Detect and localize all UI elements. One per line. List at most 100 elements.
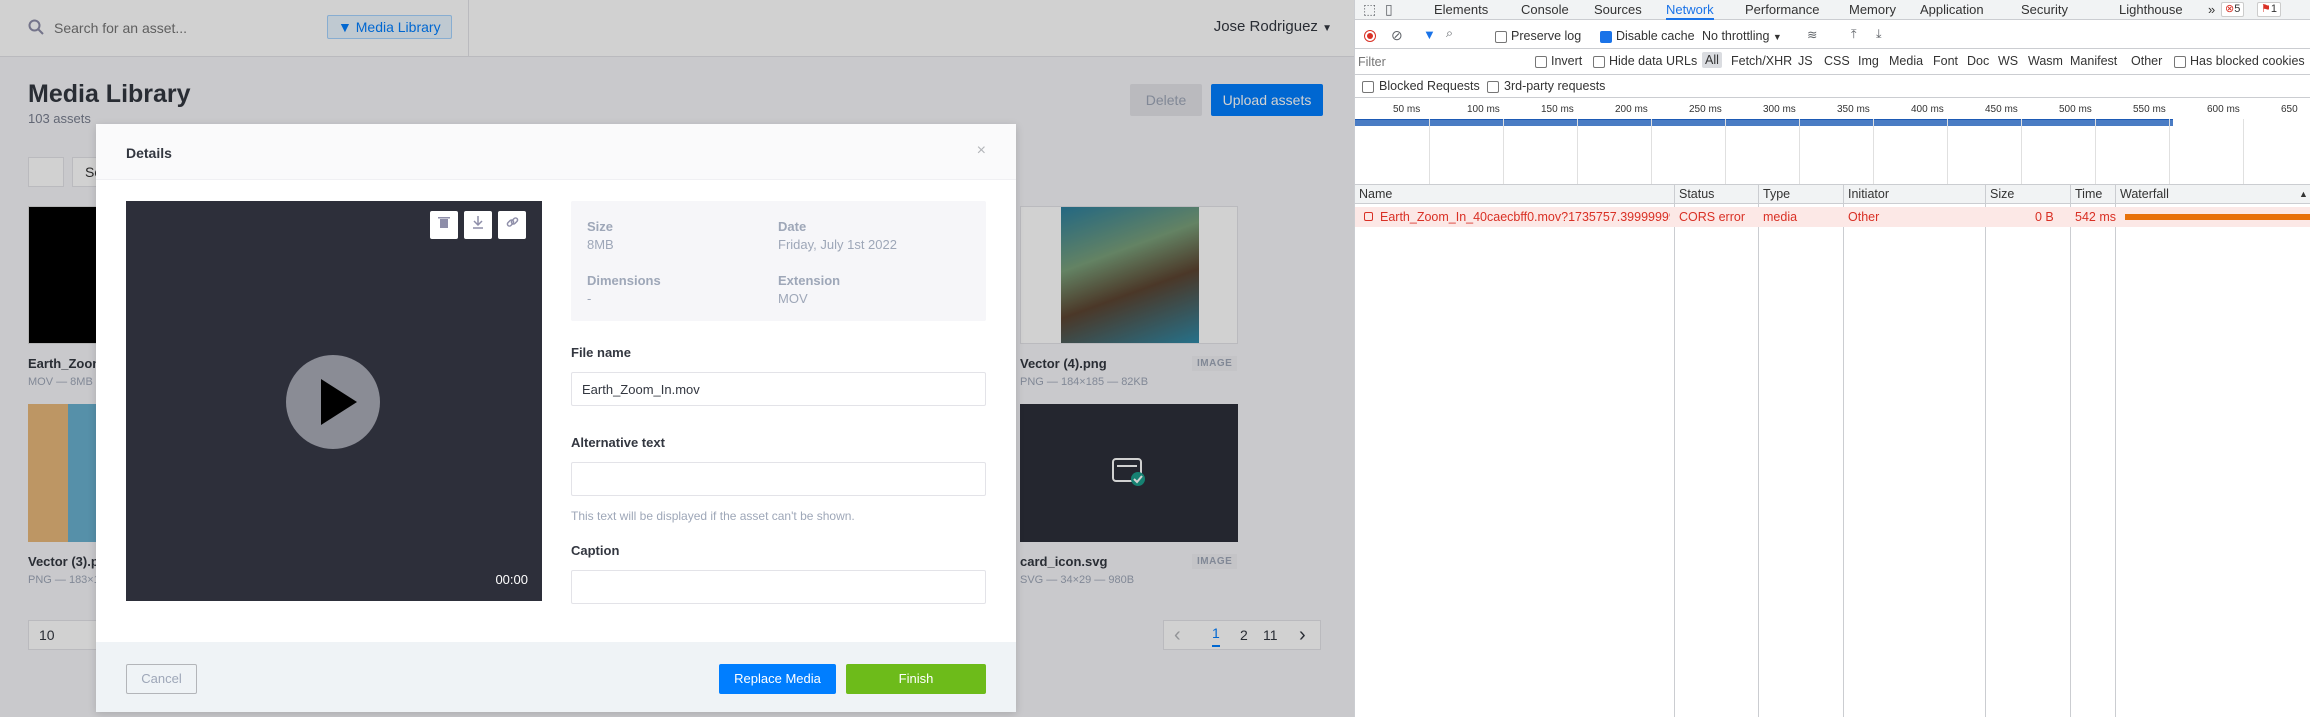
- request-size: 0 B: [2035, 210, 2054, 224]
- timeline-grid-line: [1947, 119, 1948, 184]
- video-player[interactable]: 00:00: [126, 201, 542, 601]
- record-icon[interactable]: [1364, 30, 1376, 42]
- type-fetch-xhr[interactable]: Fetch/XHR: [1731, 54, 1792, 68]
- blocked-requests-checkbox[interactable]: [1362, 81, 1374, 93]
- caption-input[interactable]: [571, 570, 986, 604]
- invert-label: Invert: [1551, 54, 1583, 68]
- type-img[interactable]: Img: [1858, 54, 1879, 68]
- type-other[interactable]: Other: [2131, 54, 2162, 68]
- col-type[interactable]: Type: [1763, 187, 1790, 201]
- date-label: Date: [778, 219, 807, 234]
- timeline-tick-label: 500 ms: [2059, 104, 2092, 115]
- type-manifest[interactable]: Manifest: [2070, 54, 2117, 68]
- copy-link-button[interactable]: [498, 211, 526, 239]
- throttling-value: No throttling: [1702, 29, 1770, 43]
- type-media[interactable]: Media: [1889, 54, 1923, 68]
- timeline-tick-label: 100 ms: [1467, 104, 1500, 115]
- preserve-log-checkbox[interactable]: [1495, 31, 1507, 43]
- tab-security[interactable]: Security: [2021, 0, 2068, 20]
- col-time[interactable]: Time: [2075, 187, 2102, 201]
- col-name[interactable]: Name: [1359, 187, 1392, 201]
- network-filter-input[interactable]: [1358, 53, 1518, 71]
- file-name-label: File name: [571, 345, 631, 360]
- invert-checkbox[interactable]: [1535, 56, 1547, 68]
- tab-performance[interactable]: Performance: [1745, 0, 1819, 20]
- type-ws[interactable]: WS: [1998, 54, 2018, 68]
- inspect-element-icon[interactable]: ⬚: [1363, 0, 1376, 20]
- issue-flag-icon: ⚑: [2261, 3, 2271, 15]
- hide-data-urls-label: Hide data URLs: [1609, 54, 1698, 68]
- third-party-checkbox[interactable]: [1487, 81, 1499, 93]
- timeline-tick-label: 550 ms: [2133, 104, 2166, 115]
- request-name: Earth_Zoom_In_40caecbff0.mov?1735757.399…: [1380, 210, 1670, 224]
- column-divider: [2070, 184, 2071, 717]
- sort-up-icon[interactable]: ▲: [2299, 189, 2308, 199]
- type-font[interactable]: Font: [1933, 54, 1958, 68]
- import-har-icon[interactable]: ⤒: [1851, 27, 1857, 42]
- preserve-log-label: Preserve log: [1511, 29, 1582, 43]
- request-row[interactable]: Earth_Zoom_In_40caecbff0.mov?1735757.399…: [1355, 207, 2310, 227]
- throttling-select[interactable]: No throttling ▼: [1702, 29, 1782, 43]
- tab-network[interactable]: Network: [1666, 0, 1714, 20]
- file-name-input[interactable]: [571, 372, 986, 406]
- column-divider: [1758, 184, 1759, 717]
- filter-funnel-icon[interactable]: ▼: [1423, 27, 1436, 42]
- type-js[interactable]: JS: [1798, 54, 1813, 68]
- network-overview-timeline[interactable]: 50 ms 100 ms 150 ms 200 ms 250 ms 300 ms 350 m…: [1355, 99, 2310, 184]
- disable-cache-checkbox[interactable]: [1600, 31, 1612, 43]
- media-file-icon: [1364, 212, 1373, 221]
- request-table-header: Name Status Type Initiator Size Time Wat…: [1355, 184, 2310, 204]
- clear-icon[interactable]: ⊘: [1391, 27, 1403, 44]
- alt-text-hint: This text will be displayed if the asset…: [571, 509, 855, 523]
- finish-button[interactable]: Finish: [846, 664, 986, 694]
- tab-lighthouse[interactable]: Lighthouse: [2119, 0, 2183, 20]
- modal-footer: Cancel Replace Media Finish: [96, 642, 1016, 712]
- tab-elements[interactable]: Elements: [1434, 0, 1488, 20]
- col-status[interactable]: Status: [1679, 187, 1714, 201]
- extension-value: MOV: [778, 291, 808, 306]
- error-icon: ⊗: [2225, 3, 2235, 15]
- timeline-grid-line: [1873, 119, 1874, 184]
- delete-asset-button[interactable]: [430, 211, 458, 239]
- timeline-grid-line: [1429, 119, 1430, 184]
- network-conditions-icon[interactable]: ≋: [1807, 27, 1817, 42]
- link-icon: [506, 217, 518, 227]
- timeline-tick-label: 350 ms: [1837, 104, 1870, 115]
- blocked-requests-label: Blocked Requests: [1379, 79, 1480, 93]
- timeline-tick-label: 150 ms: [1541, 104, 1574, 115]
- issues-badge[interactable]: ⚑1: [2257, 2, 2281, 17]
- device-toolbar-icon[interactable]: ▯: [1385, 0, 1393, 20]
- modal-title: Details: [126, 145, 172, 161]
- tab-memory[interactable]: Memory: [1849, 0, 1896, 20]
- timeline-grid-line: [1651, 119, 1652, 184]
- has-blocked-cookies-checkbox[interactable]: [2174, 56, 2186, 68]
- timeline-grid-line: [1503, 119, 1504, 184]
- timeline-tick-label: 450 ms: [1985, 104, 2018, 115]
- col-initiator[interactable]: Initiator: [1848, 187, 1889, 201]
- cancel-button[interactable]: Cancel: [126, 664, 197, 694]
- type-doc[interactable]: Doc: [1967, 54, 1989, 68]
- type-wasm[interactable]: Wasm: [2028, 54, 2063, 68]
- col-size[interactable]: Size: [1990, 187, 2014, 201]
- export-har-icon[interactable]: ⤓: [1876, 27, 1882, 42]
- size-value: 8MB: [587, 237, 614, 252]
- error-count-badge[interactable]: ⊗5: [2221, 2, 2245, 17]
- col-waterfall[interactable]: Waterfall: [2120, 187, 2169, 201]
- dimensions-label: Dimensions: [587, 273, 661, 288]
- more-tabs-icon[interactable]: »: [2208, 0, 2215, 20]
- timeline-tick-label: 650: [2281, 104, 2298, 115]
- tab-application[interactable]: Application: [1920, 0, 1984, 20]
- hide-data-urls-checkbox[interactable]: [1593, 56, 1605, 68]
- download-button[interactable]: [464, 211, 492, 239]
- request-status: CORS error: [1679, 210, 1745, 224]
- search-icon[interactable]: ⌕: [1446, 26, 1453, 41]
- play-button[interactable]: [286, 355, 380, 449]
- trash-icon: [438, 217, 450, 228]
- replace-media-button[interactable]: Replace Media: [719, 664, 836, 694]
- close-icon[interactable]: ×: [977, 142, 986, 160]
- tab-console[interactable]: Console: [1521, 0, 1569, 20]
- tab-sources[interactable]: Sources: [1594, 0, 1642, 20]
- type-css[interactable]: CSS: [1824, 54, 1850, 68]
- type-all[interactable]: All: [1702, 52, 1722, 68]
- alt-text-input[interactable]: [571, 462, 986, 496]
